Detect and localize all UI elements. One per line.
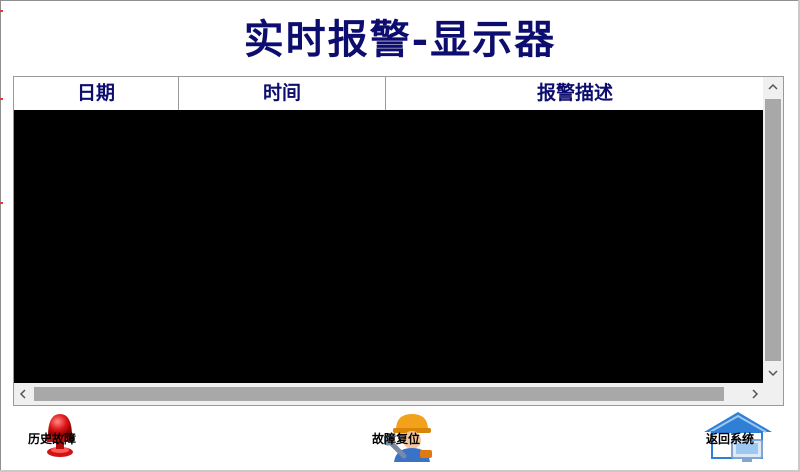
column-header-description[interactable]: 报警描述 [386, 77, 764, 110]
vertical-scrollbar[interactable] [763, 77, 783, 383]
return-system-button[interactable]: 返回系统 [700, 408, 780, 464]
horizontal-scroll-thumb[interactable] [34, 387, 724, 401]
alarm-table[interactable]: 日期 时间 报警描述 [13, 76, 784, 406]
column-header-date[interactable]: 日期 [14, 77, 179, 110]
vertical-scroll-thumb[interactable] [765, 99, 781, 361]
history-faults-label: 历史故障 [28, 432, 77, 446]
horizontal-scrollbar[interactable] [14, 383, 764, 405]
scroll-left-button[interactable] [14, 383, 32, 405]
fault-reset-button[interactable]: 故障复位 [368, 408, 448, 464]
table-body[interactable] [14, 110, 764, 383]
return-system-label: 返回系统 [706, 432, 755, 446]
chevron-down-icon [768, 370, 778, 377]
fault-reset-label: 故障复位 [372, 432, 421, 446]
scrollbar-corner [763, 383, 783, 405]
scroll-down-button[interactable] [763, 363, 783, 383]
chevron-left-icon [19, 389, 26, 399]
scroll-up-button[interactable] [763, 77, 783, 97]
chevron-right-icon [752, 389, 759, 399]
history-faults-button[interactable]: 历史故障 [24, 408, 114, 464]
column-header-time[interactable]: 时间 [179, 77, 386, 110]
table-header: 日期 时间 报警描述 [14, 77, 764, 111]
edge-marker [0, 202, 3, 204]
page-title: 实时报警-显示器 [243, 16, 557, 63]
edge-marker [0, 98, 3, 100]
scroll-right-button[interactable] [746, 383, 764, 405]
chevron-up-icon [768, 83, 778, 90]
